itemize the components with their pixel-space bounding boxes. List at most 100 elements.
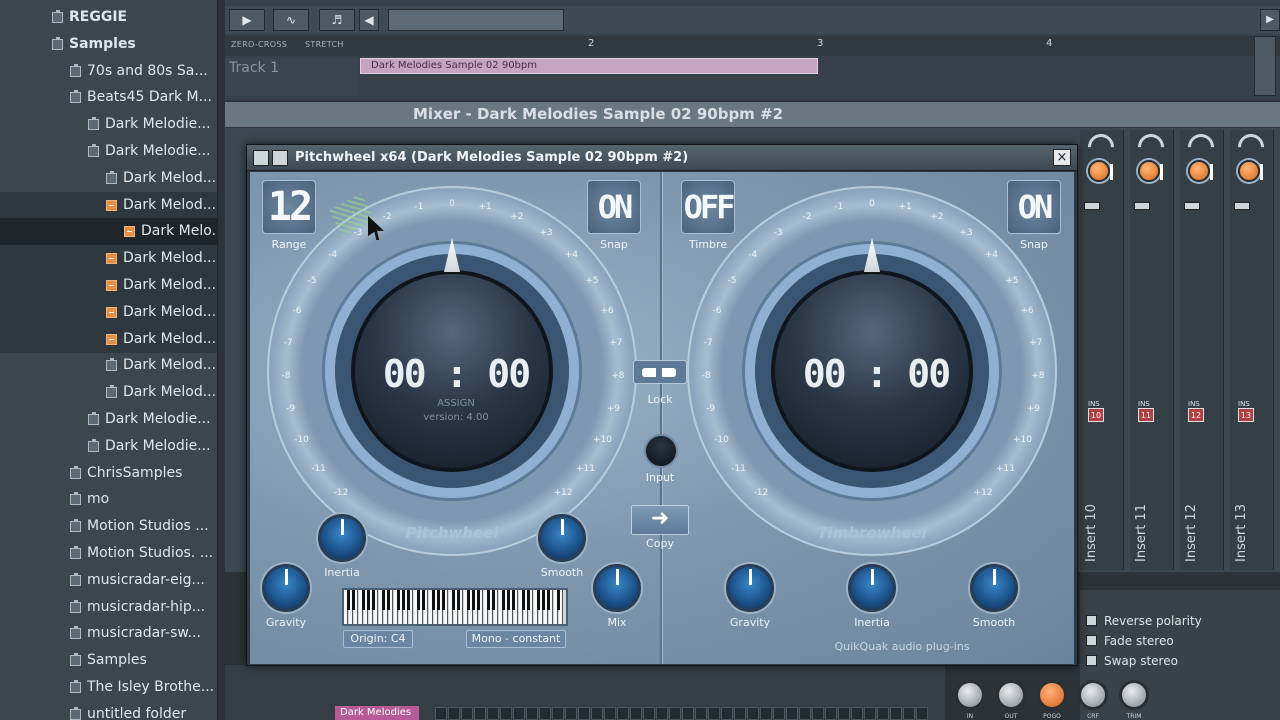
- browser-item[interactable]: mo: [0, 486, 217, 513]
- piano-black-key[interactable]: [512, 590, 515, 610]
- snap-display-left[interactable]: ON: [587, 180, 641, 234]
- gravity-knob-right[interactable]: [726, 564, 774, 612]
- step-button[interactable]: [669, 707, 681, 720]
- step-button[interactable]: [539, 707, 551, 720]
- browser-item[interactable]: 70s and 80s Sa...: [0, 58, 217, 85]
- mix-knob[interactable]: [593, 564, 641, 612]
- piano-black-key[interactable]: [407, 590, 410, 610]
- mixer-option[interactable]: Reverse polarity: [1086, 614, 1202, 628]
- browser-item[interactable]: Dark Melod...: [0, 298, 217, 326]
- pan-knob[interactable]: [1238, 160, 1263, 182]
- step-button[interactable]: [877, 707, 889, 720]
- step-button[interactable]: [435, 707, 447, 720]
- pitchwheel[interactable]: 00 : 00 ASSIGN version: 4.00 Pitchwheel …: [267, 186, 637, 556]
- volume-fader[interactable]: [1234, 202, 1250, 210]
- browser-item[interactable]: Dark Melodie...: [0, 111, 217, 138]
- piano-black-key[interactable]: [467, 590, 470, 610]
- step-button[interactable]: [578, 707, 590, 720]
- note-icon[interactable]: ♬: [319, 9, 355, 31]
- timeline-ruler[interactable]: ZERO-CROSS STRETCH 2 3 4: [225, 36, 1280, 56]
- step-button[interactable]: [773, 707, 785, 720]
- piano-black-key[interactable]: [492, 590, 495, 610]
- step-button[interactable]: [747, 707, 759, 720]
- piano-black-key[interactable]: [487, 590, 490, 610]
- insert-number[interactable]: 13: [1238, 408, 1254, 422]
- step-button[interactable]: [500, 707, 512, 720]
- assign-label[interactable]: ASSIGN: [355, 398, 557, 409]
- step-button[interactable]: [825, 707, 837, 720]
- pan-knob[interactable]: [1188, 160, 1213, 182]
- insert-number[interactable]: 11: [1138, 408, 1154, 422]
- input-knob[interactable]: [644, 434, 678, 468]
- keyboard-range[interactable]: [342, 588, 568, 626]
- browser-item[interactable]: Dark Melo...: [0, 218, 217, 246]
- gravity-knob-left[interactable]: [262, 564, 310, 612]
- mode-field[interactable]: Mono - constant: [466, 630, 566, 648]
- step-button[interactable]: [682, 707, 694, 720]
- horizontal-scrollbar[interactable]: [388, 9, 564, 31]
- piano-black-key[interactable]: [347, 590, 350, 610]
- step-button[interactable]: [630, 707, 642, 720]
- lock-toggle[interactable]: [633, 360, 687, 384]
- timbre-display-toggle[interactable]: OFF: [681, 180, 735, 234]
- browser-item[interactable]: Beats45 Dark M...: [0, 84, 217, 111]
- piano-black-key[interactable]: [557, 590, 560, 610]
- browser-item[interactable]: Dark Melod...: [0, 325, 217, 353]
- piano-black-key[interactable]: [382, 590, 385, 610]
- browser-item[interactable]: Samples: [0, 647, 217, 674]
- piano-black-key[interactable]: [387, 590, 390, 610]
- browser-item[interactable]: musicradar-eig...: [0, 567, 217, 594]
- browser-item[interactable]: Motion Studios ...: [0, 513, 217, 540]
- plugin-preset-icon[interactable]: [272, 150, 288, 166]
- insert-number[interactable]: 12: [1188, 408, 1204, 422]
- step-button[interactable]: [721, 707, 733, 720]
- copy-button[interactable]: ➜: [631, 505, 689, 535]
- piano-black-key[interactable]: [542, 590, 545, 610]
- zero-cross-option[interactable]: ZERO-CROSS: [231, 40, 287, 49]
- pan-knob[interactable]: [1088, 160, 1113, 182]
- step-button[interactable]: [643, 707, 655, 720]
- step-button[interactable]: [786, 707, 798, 720]
- piano-black-key[interactable]: [432, 590, 435, 610]
- step-button[interactable]: [760, 707, 772, 720]
- step-button[interactable]: [591, 707, 603, 720]
- pattern-icon[interactable]: ∿: [273, 9, 309, 31]
- step-button[interactable]: [695, 707, 707, 720]
- piano-black-key[interactable]: [502, 590, 505, 610]
- plugin-titlebar[interactable]: Pitchwheel x64 (Dark Melodies Sample 02 …: [247, 145, 1077, 171]
- step-button[interactable]: [617, 707, 629, 720]
- mixer-strip[interactable]: INS 12 Insert 12: [1180, 128, 1224, 570]
- browser-item[interactable]: Dark Melod...: [0, 352, 217, 379]
- piano-black-key[interactable]: [527, 590, 530, 610]
- snap-display-right[interactable]: ON: [1007, 180, 1061, 234]
- piano-black-key[interactable]: [452, 590, 455, 610]
- step-button[interactable]: [812, 707, 824, 720]
- browser-item[interactable]: musicradar-sw...: [0, 620, 217, 647]
- step-button[interactable]: [708, 707, 720, 720]
- scroll-right-icon[interactable]: ▶: [1260, 9, 1280, 31]
- step-button[interactable]: [448, 707, 460, 720]
- browser-item[interactable]: ChrisSamples: [0, 460, 217, 487]
- step-button[interactable]: [565, 707, 577, 720]
- browser-item[interactable]: Dark Melodie...: [0, 406, 217, 433]
- insert-number[interactable]: 10: [1088, 408, 1104, 422]
- piano-black-key[interactable]: [362, 590, 365, 610]
- step-button[interactable]: [474, 707, 486, 720]
- piano-black-key[interactable]: [442, 590, 445, 610]
- pan-knob[interactable]: [1138, 160, 1163, 182]
- step-button[interactable]: [838, 707, 850, 720]
- checkbox-icon[interactable]: [1086, 635, 1097, 646]
- vertical-scrollbar[interactable]: [1254, 36, 1276, 96]
- browser-item[interactable]: Dark Melod...: [0, 379, 217, 406]
- piano-black-key[interactable]: [397, 590, 400, 610]
- piano-black-key[interactable]: [352, 590, 355, 610]
- checkbox-icon[interactable]: [1086, 655, 1097, 666]
- track-label[interactable]: Track 1: [225, 58, 358, 96]
- stretch-option[interactable]: STRETCH: [305, 40, 344, 49]
- step-button[interactable]: [552, 707, 564, 720]
- browser-item[interactable]: REGGIE: [0, 4, 217, 31]
- step-button[interactable]: [799, 707, 811, 720]
- checkbox-icon[interactable]: [1086, 615, 1097, 626]
- piano-black-key[interactable]: [537, 590, 540, 610]
- mixer-knob[interactable]: [1037, 680, 1067, 710]
